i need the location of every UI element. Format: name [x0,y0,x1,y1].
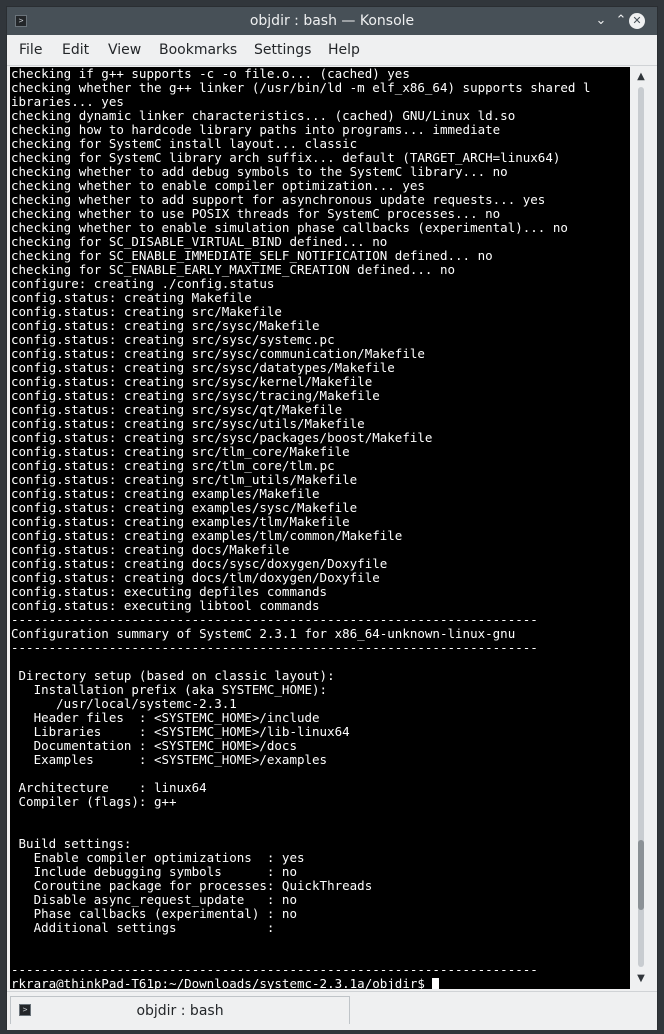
terminal-line: checking for SystemC library arch suffix… [11,150,561,165]
tab-bar: > objdir : bash [7,991,657,1030]
scrollbar-track[interactable] [638,87,644,967]
terminal-line: config.status: creating src/sysc/qt/Make… [11,402,343,417]
terminal-line: config.status: creating examples/tlm/Mak… [11,514,350,529]
terminal-line: config.status: creating examples/tlm/com… [11,528,403,543]
terminal-line: Include debugging symbols : no [11,864,297,879]
terminal-line: config.status: creating examples/Makefil… [11,486,320,501]
close-button[interactable]: ✕ [629,13,645,29]
terminal-line: Enable compiler optimizations : yes [11,850,305,865]
terminal-line: ibraries... yes [11,94,124,109]
terminal-line: checking dynamic linker characteristics.… [11,108,516,123]
vertical-scrollbar[interactable]: ▲ ▼ [632,67,650,989]
terminal-line: Installation prefix (aka SYSTEMC_HOME): [11,682,328,697]
tab-objdir-bash[interactable]: > objdir : bash [10,996,350,1024]
terminal-line: config.status: creating src/sysc/communi… [11,346,425,361]
maximize-button[interactable]: ⌃ [613,13,629,29]
terminal-line: Phase callbacks (experimental) : no [11,906,297,921]
terminal-line: config.status: executing depfiles comman… [11,584,328,599]
terminal-line: config.status: creating src/sysc/package… [11,430,433,445]
terminal-line: Libraries : <SYSTEMC_HOME>/lib-linux64 [11,724,350,739]
terminal-prompt-line[interactable]: rkrara@thinkPad-T61p:~/Downloads/systemc… [10,977,630,989]
terminal-line: checking whether to enable simulation ph… [11,220,568,235]
terminal-line: checking for SystemC install layout... c… [11,136,358,151]
terminal-line: config.status: executing libtool command… [11,598,320,613]
terminal-line: Architecture : linux64 [11,780,207,795]
menu-view[interactable]: View [108,35,141,65]
text-cursor [432,978,440,989]
terminal-line: config.status: creating src/sysc/kernel/… [11,374,373,389]
menu-settings[interactable]: Settings [254,35,311,65]
terminal-line: config.status: creating src/sysc/Makefil… [11,318,320,333]
terminal-line: checking whether to use POSIX threads fo… [11,206,501,221]
terminal-line: checking whether to add debug symbols to… [11,164,508,179]
scroll-down-arrow-icon[interactable]: ▼ [632,971,650,987]
terminal-line: config.status: creating src/sysc/tracing… [11,388,380,403]
menu-bar: File Edit View Bookmarks Settings Help [7,35,657,66]
terminal-line: config.status: creating src/Makefile [11,304,282,319]
terminal-line: Disable async_request_update : no [11,892,297,907]
konsole-window: > objdir : bash — Konsole ⌄ ⌃ ✕ File Edi… [6,6,658,1030]
terminal-lines: checking if g++ supports -c -o file.o...… [10,67,630,977]
menu-file[interactable]: File [19,35,42,65]
tab-label: objdir : bash [136,1003,224,1019]
terminal-line: config.status: creating src/sysc/datatyp… [11,360,395,375]
terminal-line: checking whether the g++ linker (/usr/bi… [11,80,591,95]
terminal-line: checking for SC_ENABLE_IMMEDIATE_SELF_NO… [11,248,493,263]
terminal-line: Coroutine package for processes: QuickTh… [11,878,373,893]
terminal-line: Documentation : <SYSTEMC_HOME>/docs [11,738,297,753]
terminal-line: Compiler (flags): g++ [11,794,177,809]
menu-edit[interactable]: Edit [62,35,89,65]
terminal-line: Directory setup (based on classic layout… [11,668,335,683]
terminal-line: ----------------------------------------… [11,612,538,627]
scroll-up-arrow-icon[interactable]: ▲ [632,69,650,85]
terminal-line: config.status: creating examples/sysc/Ma… [11,500,358,515]
terminal-line: Configuration summary of SystemC 2.3.1 f… [11,626,516,641]
scrollbar-thumb[interactable] [638,840,644,910]
terminal-line: ----------------------------------------… [11,640,538,655]
terminal-line: Additional settings : [11,920,275,935]
terminal-line: config.status: creating src/tlm_core/tlm… [11,458,335,473]
terminal-line: config.status: creating docs/sysc/doxyge… [11,556,388,571]
terminal-line: checking whether to add support for asyn… [11,192,546,207]
terminal-line: config.status: creating docs/tlm/doxygen… [11,570,380,585]
shell-prompt: rkrara@thinkPad-T61p:~/Downloads/systemc… [11,976,433,990]
terminal-line: config.status: creating src/sysc/utils/M… [11,416,365,431]
terminal-line: checking for SC_DISABLE_VIRTUAL_BIND def… [11,234,388,249]
terminal-line: config.status: creating src/sysc/systemc… [11,332,335,347]
terminal-line: ----------------------------------------… [11,962,538,977]
terminal-line: configure: creating ./config.status [11,276,275,291]
terminal-line: checking for SC_ENABLE_EARLY_MAXTIME_CRE… [11,262,456,277]
terminal-line: checking whether to enable compiler opti… [11,178,425,193]
terminal-line: checking how to hardcode library paths i… [11,122,501,137]
terminal-output[interactable]: checking if g++ supports -c -o file.o...… [10,67,630,989]
terminal-line: config.status: creating src/tlm_core/Mak… [11,444,350,459]
window-title: objdir : bash — Konsole [249,13,415,29]
terminal-line: /usr/local/systemc-2.3.1 [11,696,237,711]
terminal-line: Header files : <SYSTEMC_HOME>/include [11,710,320,725]
terminal-line: config.status: creating src/tlm_utils/Ma… [11,472,358,487]
terminal-line: Examples : <SYSTEMC_HOME>/examples [11,752,328,767]
menu-bookmarks[interactable]: Bookmarks [159,35,237,65]
terminal-line: config.status: creating Makefile [11,290,252,305]
menu-help[interactable]: Help [328,35,360,65]
terminal-line: config.status: creating docs/Makefile [11,542,290,557]
title-bar[interactable]: > objdir : bash — Konsole ⌄ ⌃ ✕ [7,7,657,35]
terminal-line: checking if g++ supports -c -o file.o...… [11,67,410,81]
minimize-button[interactable]: ⌄ [593,13,609,29]
terminal-line: Build settings: [11,836,132,851]
